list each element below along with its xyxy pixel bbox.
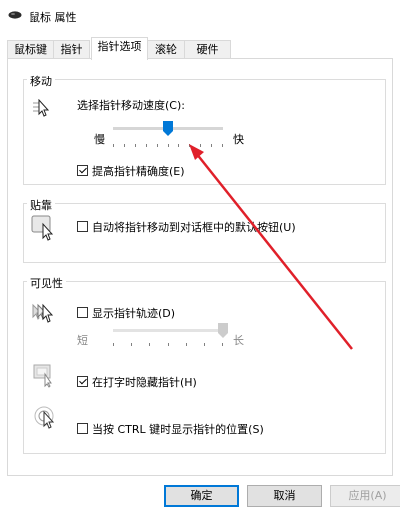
tab-wheel[interactable]: 滚轮 [147,40,185,58]
speed-slider-ticks [113,144,223,148]
fast-label: 快 [233,133,244,146]
slider-tick [135,144,136,147]
snap-to-icon [31,215,53,241]
mouse-icon [8,11,22,19]
precision-label: 提高指针精确度(E) [92,165,185,178]
tab-bar: 鼠标键 指针 指针选项 滚轮 硬件 [0,37,400,60]
show-location-checkbox[interactable] [77,423,88,434]
slider-tick [222,343,223,346]
hide-while-typing-icon [33,364,52,388]
visibility-group-label: 可见性 [27,275,66,291]
apply-button[interactable]: 应用(A) [330,485,400,507]
trail-slider-ticks [113,343,223,347]
slider-tick [146,144,147,147]
short-label: 短 [77,334,88,347]
slow-label: 慢 [94,133,105,146]
slider-tick [200,144,201,147]
speed-label: 选择指针移动速度(C): [77,99,185,112]
slider-tick [149,343,150,346]
slider-tick [113,343,114,346]
slider-tick [222,144,223,147]
slider-tick [113,144,114,147]
cancel-button[interactable]: 取消 [247,485,322,507]
pointer-trails-icon [32,303,54,323]
trail-slider-thumb[interactable] [218,323,228,338]
snap-group-label: 贴靠 [27,197,55,213]
tab-pointer-options[interactable]: 指针选项 [91,37,148,60]
trail-length-slider[interactable] [113,322,228,352]
show-location-label: 当按 CTRL 键时显示指针的位置(S) [92,423,264,436]
slider-tick [131,343,132,346]
slider-tick [124,144,125,147]
trails-checkbox[interactable] [77,307,88,318]
slider-tick [168,343,169,346]
slider-tick [186,343,187,346]
pointer-speed-icon [33,99,50,117]
tab-pointers[interactable]: 指针 [53,40,90,58]
long-label: 长 [233,334,244,347]
hide-while-typing-checkbox[interactable] [77,376,88,387]
tab-hardware[interactable]: 硬件 [184,40,231,58]
speed-slider[interactable] [113,120,223,150]
speed-slider-thumb[interactable] [163,121,173,136]
ok-button[interactable]: 确定 [164,485,239,507]
slider-tick [168,144,169,147]
hide-while-typing-label: 在打字时隐藏指针(H) [92,376,197,389]
window-title: 鼠标 属性 [29,11,77,24]
slider-tick [211,144,212,147]
motion-group-label: 移动 [27,73,55,89]
title-bar: 鼠标 属性 [0,0,400,33]
slider-tick [204,343,205,346]
precision-checkbox[interactable] [77,165,88,176]
trails-label: 显示指针轨迹(D) [92,307,176,320]
slider-tick [178,144,179,147]
snap-checkbox[interactable] [77,221,88,232]
tab-buttons[interactable]: 鼠标键 [7,40,54,58]
slider-tick [189,144,190,147]
show-location-icon [34,406,55,429]
slider-tick [157,144,158,147]
trail-slider-track [113,329,223,332]
snap-label: 自动将指针移动到对话框中的默认按钮(U) [92,221,296,234]
